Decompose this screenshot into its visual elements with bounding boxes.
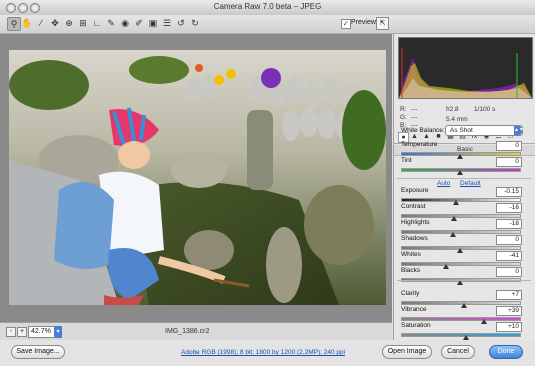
camera-raw-window: Camera Raw 7.0 beta – JPEG ⚲ ✋ ⁄ ✥ ⊕ ⊞ ∟… — [0, 0, 535, 366]
auto-link[interactable]: Auto — [437, 180, 450, 187]
slider-label-clarity: Clarity — [401, 290, 420, 297]
slider-track-highlights[interactable] — [401, 230, 521, 234]
slider-label-whites: Whites — [401, 251, 421, 258]
slider-thumb-tint[interactable] — [457, 170, 463, 175]
slider-track-saturation[interactable] — [401, 333, 521, 337]
slider-thumb-highlights[interactable] — [449, 232, 456, 237]
slider-label-highlights: Highlights — [401, 219, 430, 226]
slider-value-whites[interactable]: -41 — [496, 251, 522, 261]
window-title: Camera Raw 7.0 beta – JPEG — [213, 2, 322, 11]
fullscreen-icon[interactable]: ⇱ — [376, 17, 389, 30]
preview-checkbox[interactable]: ✓ — [341, 19, 351, 29]
zoom-in-button[interactable]: + — [17, 327, 27, 337]
adjustment-brush-tool-icon[interactable]: ✐ — [133, 17, 145, 29]
title-bar: Camera Raw 7.0 beta – JPEG — [0, 0, 535, 16]
slider-track-exposure[interactable] — [401, 198, 521, 202]
histogram — [398, 37, 533, 99]
slider-track-contrast[interactable] — [401, 214, 521, 218]
photo-image — [9, 50, 386, 305]
slider-thumb-temperature[interactable] — [457, 154, 463, 159]
histogram-graph — [399, 38, 532, 98]
zoom-tool-icon[interactable]: ⚲ — [7, 17, 21, 31]
dropdown-arrow-icon: ▲▼ — [514, 126, 524, 135]
targeted-adjustment-tool-icon[interactable]: ⊕ — [63, 17, 75, 29]
slider-value-clarity[interactable]: +7 — [496, 290, 522, 300]
crop-tool-icon[interactable]: ⊞ — [77, 17, 89, 29]
zoom-bar: - + 42.7% ▾ IMG_1386.cr2 — [0, 322, 392, 340]
white-balance-select[interactable]: As Shot ▲▼ — [445, 125, 524, 136]
preview-label: Preview — [351, 19, 376, 26]
toolbar: ⚲ ✋ ⁄ ✥ ⊕ ⊞ ∟ ✎ ◉ ✐ ▣ ☰ ↺ ↻ ✓ Preview ⇱ — [0, 15, 535, 34]
aperture-readout: f/2.8 — [446, 106, 459, 113]
slider-label-exposure: Exposure — [401, 187, 429, 194]
slider-label-tint: Tint — [401, 157, 412, 164]
rotate-right-icon[interactable]: ↻ — [189, 17, 201, 29]
photo-preview — [9, 50, 386, 305]
r-value: --- — [411, 106, 418, 113]
white-balance-label: White Balance: — [401, 127, 445, 134]
slider-label-vibrance: Vibrance — [401, 306, 427, 313]
slider-value-blacks[interactable]: 0 — [496, 267, 522, 277]
color-sampler-tool-icon[interactable]: ✥ — [49, 17, 61, 29]
slider-label-temperature: Temperature — [401, 141, 438, 148]
slider-value-temperature[interactable]: 0 — [496, 141, 522, 151]
slider-thumb-exposure[interactable] — [453, 200, 460, 205]
cancel-button[interactable]: Cancel — [441, 345, 475, 359]
g-value: --- — [411, 114, 418, 121]
slider-label-blacks: Blacks — [401, 267, 421, 274]
slider-label-saturation: Saturation — [401, 322, 431, 329]
red-eye-tool-icon[interactable]: ◉ — [119, 17, 131, 29]
straighten-tool-icon[interactable]: ∟ — [91, 17, 103, 29]
slider-label-contrast: Contrast — [401, 203, 426, 210]
slider-value-contrast[interactable]: -16 — [496, 203, 522, 213]
r-label: R: — [400, 106, 407, 113]
slider-thumb-shadows[interactable] — [457, 248, 463, 253]
slider-track-whites[interactable] — [401, 262, 521, 266]
slider-value-vibrance[interactable]: +39 — [496, 306, 522, 316]
white-balance-value: As Shot — [450, 127, 473, 134]
slider-thumb-clarity[interactable] — [460, 303, 467, 308]
workflow-options-link[interactable]: Adobe RGB (1998); 8 bit; 1800 by 1200 (2… — [181, 349, 345, 356]
slider-thumb-whites[interactable] — [442, 264, 449, 269]
panel-separator — [397, 178, 531, 179]
slider-value-tint[interactable]: 0 — [496, 157, 522, 167]
slider-thumb-contrast[interactable] — [451, 216, 458, 221]
rotate-left-icon[interactable]: ↺ — [175, 17, 187, 29]
slider-thumb-vibrance[interactable] — [480, 319, 487, 324]
graduated-filter-tool-icon[interactable]: ▣ — [147, 17, 159, 29]
slider-value-shadows[interactable]: 0 — [496, 235, 522, 245]
slider-label-shadows: Shadows — [401, 235, 428, 242]
file-name: IMG_1386.cr2 — [165, 328, 210, 335]
zoom-out-button[interactable]: - — [6, 327, 16, 337]
zoom-dropdown-arrow-icon[interactable]: ▾ — [54, 326, 62, 338]
g-label: G: — [400, 114, 407, 121]
slider-value-exposure[interactable]: -0.15 — [496, 187, 522, 197]
open-image-button[interactable]: Open Image — [382, 345, 432, 359]
done-button[interactable]: Done — [489, 345, 523, 359]
spot-removal-tool-icon[interactable]: ✎ — [105, 17, 117, 29]
white-balance-tool-icon[interactable]: ⁄ — [35, 17, 47, 29]
save-image-button[interactable]: Save Image... — [11, 345, 65, 359]
shutter-readout: 1/100 s — [474, 106, 496, 113]
slider-value-highlights[interactable]: -18 — [496, 219, 522, 229]
slider-track-vibrance[interactable] — [401, 317, 521, 321]
default-link[interactable]: Default — [460, 180, 481, 187]
focal-length-readout: 5.4 mm — [446, 116, 468, 123]
preferences-icon[interactable]: ☰ — [161, 17, 173, 29]
slider-value-saturation[interactable]: +10 — [496, 322, 522, 332]
panel-separator — [397, 280, 531, 281]
hand-tool-icon[interactable]: ✋ — [21, 17, 33, 29]
bottom-bar: Save Image... Adobe RGB (1998); 8 bit; 1… — [0, 340, 535, 366]
